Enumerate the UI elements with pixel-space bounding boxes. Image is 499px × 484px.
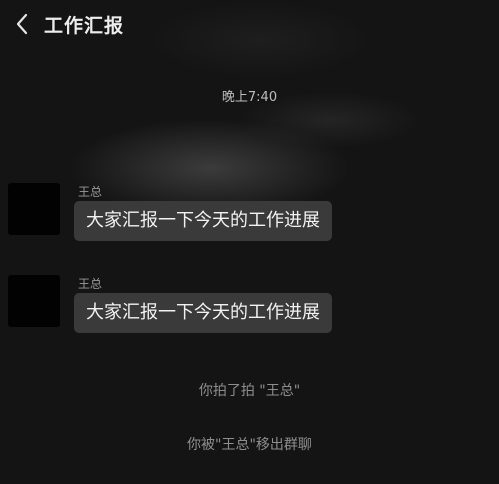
system-notice-pat: 你拍了拍 "王总" — [198, 383, 301, 399]
back-button[interactable] — [8, 10, 36, 38]
message-bubble[interactable]: 大家汇报一下今天的工作进展 — [74, 293, 332, 333]
message-timestamp: 晚上7:40 — [221, 90, 278, 105]
message-bubble[interactable]: 大家汇报一下今天的工作进展 — [74, 201, 332, 241]
chat-title: 工作汇报 — [44, 14, 125, 37]
chat-screen: 工作汇报 晚上7:40 王总 大家汇报一下今天的工作进展 王总 大家汇报一下今天… — [0, 0, 499, 484]
avatar[interactable] — [8, 275, 60, 327]
chevron-left-icon — [16, 13, 28, 35]
system-notice-removed: 你被"王总"移出群聊 — [187, 437, 312, 453]
sender-name: 王总 — [78, 277, 103, 291]
avatar[interactable] — [8, 183, 60, 235]
chat-header: 工作汇报 — [0, 0, 499, 48]
sender-name: 王总 — [78, 185, 103, 199]
